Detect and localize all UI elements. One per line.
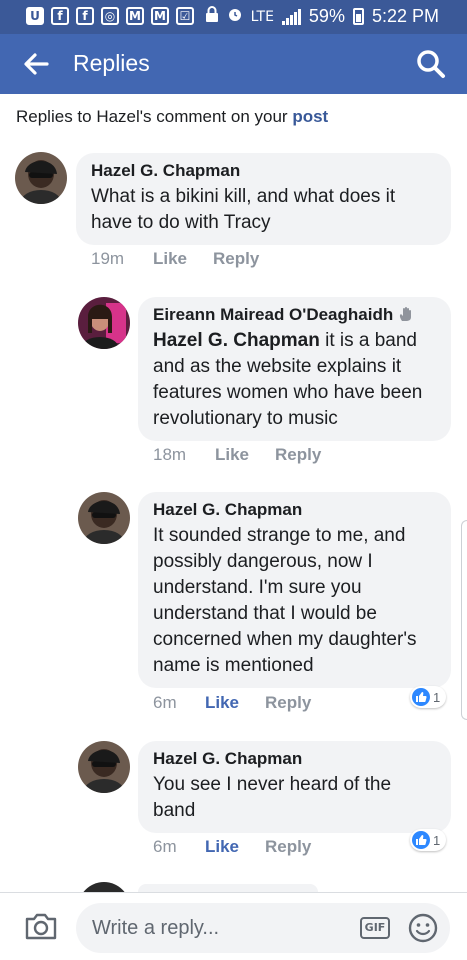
gmail-icon: M [126,7,144,25]
avatar[interactable] [78,297,130,349]
camera-button[interactable] [24,911,58,941]
reaction-count[interactable]: 1 [410,686,447,708]
clock: 5:22 PM [371,6,439,26]
lock-icon [205,6,219,27]
comment-bubble[interactable]: Eireann Mairead O'Deaghaidh Hazel G. Cha… [138,297,451,441]
like-button[interactable]: Like [205,837,265,857]
reaction-number: 1 [433,832,441,848]
battery-percent: 59% [308,6,345,26]
thumbs-up-icon [412,688,430,706]
comment-actions: 18m Like Reply [153,445,321,465]
reaction-number: 1 [433,689,441,705]
comment-bubble[interactable]: Hazel G. Chapman It sounded strange to m… [138,492,451,688]
replies-context: Replies to Hazel's comment on your post [16,107,328,127]
reply-button[interactable]: Reply [275,445,321,465]
facebook-notification-icon: f [51,7,69,25]
page-title: Replies [73,50,150,76]
instagram-icon: ◎ [101,7,119,25]
camera-icon [25,913,57,940]
like-button[interactable]: Like [153,249,213,269]
avatar[interactable] [78,492,130,544]
reply-input[interactable] [76,903,450,953]
like-button[interactable]: Like [215,445,275,465]
post-link[interactable]: post [292,107,328,126]
search-icon [417,50,445,78]
reply-button[interactable]: Reply [213,249,259,269]
system-status: LTE 59% 5:22 PM [205,6,439,27]
comment-actions: 6m Like Reply [153,837,311,857]
comment-author[interactable]: Hazel G. Chapman [153,500,436,520]
avatar[interactable] [78,741,130,793]
gmail-icon-2: M [151,7,169,25]
comment-text: What is a bikini kill, and what does it … [91,186,396,233]
comment-author[interactable]: Hazel G. Chapman [153,749,436,769]
checklist-icon: ☑ [176,7,194,25]
reaction-count[interactable]: 1 [410,829,447,851]
comment-actions: 19m Like Reply [91,249,259,269]
app-header: Replies [0,34,467,94]
comment-text: Hazel G. Chapman it is a band and as the… [153,328,436,432]
thumbs-up-icon [412,831,430,849]
comment-text: You see I never heard of the band [153,774,392,821]
comment-text: It sounded strange to me, and possibly d… [153,525,417,676]
facebook-notification-icon-2: f [76,7,94,25]
back-button[interactable] [22,51,50,77]
comment-author[interactable]: Hazel G. Chapman [91,161,436,181]
emoji-button[interactable] [408,913,438,943]
partial-avatar [78,882,130,892]
comment-time[interactable]: 18m [153,445,215,465]
partial-comment-bubble [138,884,318,892]
mention-link[interactable]: Hazel G. Chapman [153,330,320,351]
comment-author-name: Eireann Mairead O'Deaghaidh [153,305,394,324]
context-text: Replies to Hazel's comment on your [16,107,293,126]
scrollbar[interactable] [461,520,467,720]
comment-time[interactable]: 19m [91,249,153,269]
emoji-icon [408,913,438,943]
battery-icon [352,8,364,25]
arrow-left-icon [24,53,49,75]
comment-actions: 6m Like Reply [153,693,311,713]
wave-icon [399,307,411,321]
comment-author[interactable]: Eireann Mairead O'Deaghaidh [153,305,436,325]
comment-time[interactable]: 6m [153,837,205,857]
status-bar: U f f ◎ M M ☑ LTE 59% 5:22 PM [0,0,467,34]
network-type-label: LTE [250,8,274,25]
comment-bubble[interactable]: Hazel G. Chapman What is a bikini kill, … [76,153,451,245]
reply-composer: GIF [0,892,467,960]
search-button[interactable] [415,48,447,80]
notification-icons: U f f ◎ M M ☑ [26,7,194,25]
reply-button[interactable]: Reply [265,693,311,713]
comment-bubble[interactable]: Hazel G. Chapman You see I never heard o… [138,741,451,833]
u-app-icon: U [26,7,44,25]
comment-time[interactable]: 6m [153,693,205,713]
alarm-icon [227,6,243,27]
like-button[interactable]: Like [205,693,265,713]
avatar[interactable] [15,152,67,204]
gif-button[interactable]: GIF [360,917,390,939]
reply-button[interactable]: Reply [265,837,311,857]
signal-icon [281,8,301,25]
